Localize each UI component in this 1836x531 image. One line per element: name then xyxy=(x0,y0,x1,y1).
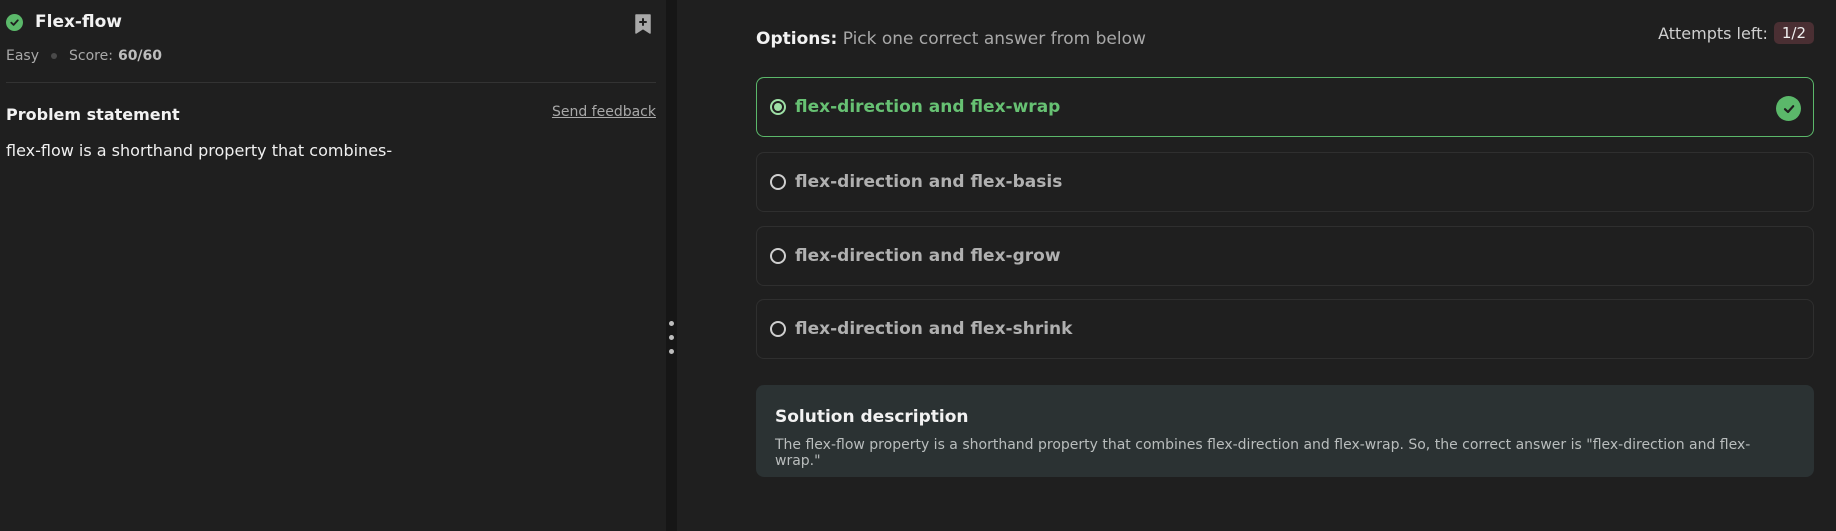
radio-icon[interactable] xyxy=(770,174,786,190)
grip-dot xyxy=(669,335,674,340)
attempts-badge: 1/2 xyxy=(1773,22,1814,44)
options-subheading: Pick one correct answer from below xyxy=(842,29,1146,49)
problem-panel: Flex-flow Easy Score: 60/60 Problem stat… xyxy=(0,0,666,531)
divider xyxy=(6,82,656,83)
option-item[interactable]: flex-direction and flex-shrink xyxy=(756,299,1814,359)
option-item[interactable]: flex-direction and flex-basis xyxy=(756,152,1814,212)
solution-heading: Solution description xyxy=(775,407,969,427)
problem-statement-heading: Problem statement xyxy=(6,105,180,124)
radio-icon[interactable] xyxy=(770,321,786,337)
options-heading: Options: xyxy=(756,29,838,49)
app: Flex-flow Easy Score: 60/60 Problem stat… xyxy=(0,0,1836,531)
panel-resize-handle[interactable] xyxy=(666,0,677,531)
option-label: flex-direction and flex-wrap xyxy=(795,97,1061,117)
solution-text: The flex-flow property is a shorthand pr… xyxy=(775,437,1751,469)
difficulty-badge: Easy xyxy=(6,48,40,64)
score-label: Score: xyxy=(69,48,113,64)
separator-dot xyxy=(51,53,58,59)
option-label: flex-direction and flex-grow xyxy=(795,246,1061,266)
radio-selected-icon[interactable] xyxy=(770,99,786,115)
option-item[interactable]: flex-direction and flex-wrap xyxy=(756,77,1814,137)
solved-check-icon xyxy=(6,13,23,31)
score-value: 60/60 xyxy=(117,48,163,64)
problem-statement-text: flex-flow is a shorthand property that c… xyxy=(6,141,393,160)
option-label: flex-direction and flex-shrink xyxy=(795,319,1073,339)
option-item[interactable]: flex-direction and flex-grow xyxy=(756,226,1814,286)
question-title: Flex-flow xyxy=(35,12,122,32)
attempts-indicator: Attempts left: 1/2 xyxy=(1658,22,1814,44)
grip-dot xyxy=(669,321,674,326)
options-header: Options: Pick one correct answer from be… xyxy=(756,29,1146,49)
question-header: Flex-flow xyxy=(6,12,122,32)
correct-check-icon xyxy=(1776,96,1801,121)
bookmark-add-icon[interactable] xyxy=(634,14,652,34)
question-meta: Easy Score: 60/60 xyxy=(6,48,162,64)
attempts-label: Attempts left: xyxy=(1658,23,1768,43)
answer-panel: Options: Pick one correct answer from be… xyxy=(677,0,1836,531)
option-label: flex-direction and flex-basis xyxy=(795,172,1063,192)
send-feedback-link[interactable]: Send feedback xyxy=(552,104,656,120)
solution-box: Solution description The flex-flow prope… xyxy=(756,385,1814,477)
radio-icon[interactable] xyxy=(770,248,786,264)
grip-dot xyxy=(669,349,674,354)
